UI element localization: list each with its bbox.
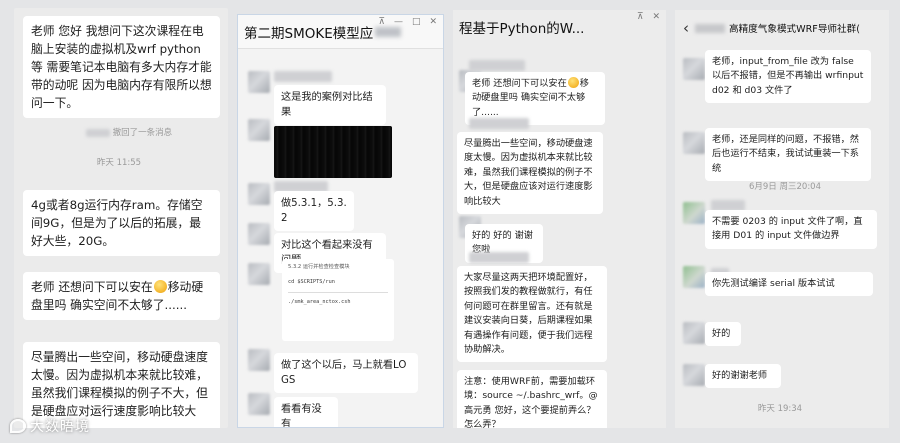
avatar[interactable]: [248, 349, 270, 371]
blurred-title-prefix: [695, 23, 725, 33]
maximize-icon[interactable]: □: [412, 17, 421, 27]
window-title: 第二期SMOKE模型应: [244, 25, 374, 42]
avatar[interactable]: [248, 119, 270, 141]
window-titlebar: 第二期SMOKE模型应 ⊼ — □ ✕: [238, 15, 443, 49]
code-line: ./smk_area_nctox.csh: [288, 299, 351, 305]
chat-panel-3: 程基于Python的W... ⊼ ✕ 老师 还想问下可以安在 移动硬盘里吗 确实空…: [453, 10, 666, 428]
emoji-sweat-icon: [567, 77, 579, 88]
avatar[interactable]: [683, 132, 705, 154]
timestamp: 6月9日 周三20:04: [748, 182, 821, 192]
blurred-name: [274, 71, 332, 82]
chat-panel-2: 第二期SMOKE模型应 ⊼ — □ ✕ 这是我的案例对比结果 做5.3.1，5.…: [237, 14, 444, 428]
chat-panel-4: ‹ 高精度气象模式WRF导师社群( 老师，input_from_file 改为 …: [675, 10, 889, 428]
close-icon[interactable]: ✕: [429, 17, 437, 27]
chat-bubble[interactable]: 好的: [705, 322, 741, 347]
avatar[interactable]: [683, 364, 705, 386]
group-title: 高精度气象模式WRF导师社群(: [729, 24, 860, 35]
chat-bubble[interactable]: 做5.3.1，5.3.2: [274, 191, 354, 232]
avatar[interactable]: [683, 58, 705, 80]
chat-bubble[interactable]: 老师，还是同样的问题，不报错，然后也运行不结束，我试试重装一下系统: [705, 128, 871, 182]
avatar[interactable]: [248, 393, 270, 415]
bubble-text: 老师 还想问下可以安在: [31, 280, 153, 294]
chat-bubble[interactable]: 注意：使用WRF前，需要加载环境：source ~/.bashrc_wrf。@高…: [457, 370, 607, 428]
image-attachment[interactable]: [274, 126, 392, 178]
mobile-navbar: ‹ 高精度气象模式WRF导师社群(: [675, 10, 889, 46]
avatar[interactable]: [248, 71, 270, 93]
chat-bubble[interactable]: 你先测试编译 serial 版本试试: [705, 272, 873, 297]
pin-icon[interactable]: ⊼: [637, 12, 644, 22]
chat-bubble[interactable]: 老师 您好 我想问下这次课程在电脑上安装的虚拟机及wrf python等 需要笔…: [23, 16, 220, 118]
system-message: 撤回了一条消息: [44, 126, 214, 138]
avatar[interactable]: [248, 223, 270, 245]
avatar[interactable]: [683, 322, 705, 344]
chat-bubble[interactable]: 不需要 0203 的 input 文件了啊，直接用 D01 的 input 文件…: [705, 210, 877, 249]
chat-bubble[interactable]: 做了这个以后，马上就看LOGS: [274, 353, 418, 394]
minimize-icon[interactable]: —: [394, 17, 403, 27]
chat-bubble[interactable]: 4g或者8g运行内存ram。存储空间9G，但是为了以后的拓展，最好大些，20G。: [23, 190, 220, 256]
watermark-logo-icon: [10, 419, 26, 433]
blurred-title-tail: [375, 26, 402, 37]
blurred-name: [469, 252, 529, 263]
bubble-text: 老师 还想问下可以安在: [472, 78, 567, 89]
window-buttons: ⊼ — □ ✕: [378, 17, 437, 27]
avatar[interactable]: [248, 263, 270, 285]
code-line: cd $SCRIPTS/run: [288, 279, 335, 285]
close-icon[interactable]: ✕: [652, 12, 660, 22]
avatar[interactable]: [248, 183, 270, 205]
timestamp: 昨天 11:55: [96, 158, 142, 168]
chat-bubble[interactable]: 老师 还想问下可以安在 移动硬盘里吗 确实空间不太够了......: [23, 272, 220, 320]
timestamp: 昨天 19:34: [757, 404, 803, 414]
blurred-name: [469, 60, 525, 71]
recall-text: 撤回了一条消息: [112, 128, 173, 138]
window-title: 程基于Python的W...: [459, 21, 585, 37]
emoji-sweat-icon: [153, 280, 167, 293]
code-screenshot[interactable]: 5.3.2 运行并检查检查模块 cd $SCRIPTS/run ./smk_ar…: [282, 259, 394, 341]
back-chevron-icon[interactable]: ‹: [683, 19, 689, 37]
watermark: 大数晤境: [10, 416, 90, 436]
window-buttons: ⊼ ✕: [637, 12, 660, 22]
chat-bubble[interactable]: 这是我的案例对比结果: [274, 85, 386, 126]
blurred-name: [469, 118, 529, 129]
chat-bubble[interactable]: 大家尽量这两天把环境配置好，按照我们发的教程做就行，有任何问题可在群里留言。还有…: [457, 266, 607, 363]
watermark-text: 大数晤境: [30, 419, 90, 435]
chat-bubble[interactable]: 看看有没有: [274, 397, 338, 427]
chat-bubble[interactable]: 好的谢谢老师: [705, 364, 781, 389]
pin-icon[interactable]: ⊼: [378, 17, 385, 27]
chat-panel-1: 老师 您好 我想问下这次课程在电脑上安装的虚拟机及wrf python等 需要笔…: [14, 8, 228, 428]
window-titlebar: 程基于Python的W... ⊼ ✕: [453, 10, 666, 44]
chat-bubble[interactable]: 老师，input_from_file 改为 false 以后不报错，但是不再输出…: [705, 50, 871, 104]
chat-bubble[interactable]: 尽量腾出一些空间，移动硬盘速度太慢。因为虚拟机本来就比较难，虽然我们课程模拟的例…: [457, 132, 603, 215]
avatar[interactable]: [683, 202, 705, 224]
code-header: 5.3.2 运行并检查检查模块: [288, 264, 350, 270]
avatar[interactable]: [683, 266, 705, 288]
